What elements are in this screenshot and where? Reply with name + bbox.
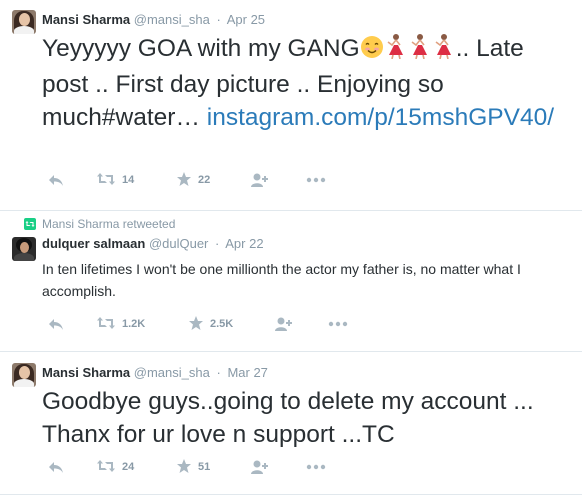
more-icon[interactable]: [306, 458, 326, 476]
dancer-emoji: [408, 33, 432, 68]
smiling-face-emoji: [360, 35, 384, 68]
separator-dot: ·: [216, 365, 221, 380]
separator-dot: ·: [215, 236, 220, 251]
more-icon[interactable]: [328, 315, 348, 333]
tweet-text: Goodbye guys..going to delete my account…: [42, 388, 534, 448]
retweet-context: Mansi Sharma retweeted: [24, 217, 175, 231]
follow-icon[interactable]: [250, 458, 270, 476]
timestamp[interactable]: Apr 25: [227, 12, 265, 27]
author-handle[interactable]: @mansi_sha: [134, 12, 210, 27]
dancer-emoji: [384, 33, 408, 68]
author-name[interactable]: Mansi Sharma: [42, 12, 130, 27]
author-name[interactable]: dulquer salmaan: [42, 236, 145, 251]
timestamp[interactable]: Mar 27: [227, 365, 267, 380]
follow-icon[interactable]: [274, 315, 294, 333]
favorite-count: 2.5K: [210, 318, 234, 330]
tweet-1: Mansi Sharma @mansi_sha · Apr 25 Yeyyyyy…: [0, 0, 582, 203]
tweet-text: Yeyyyyy GOA with my GANG.. Late post .. …: [42, 32, 572, 134]
star-icon: [176, 171, 192, 190]
retweet-count: 24: [122, 461, 135, 473]
avatar[interactable]: [12, 237, 36, 261]
more-icon[interactable]: [306, 171, 326, 189]
retweet-icon: [24, 218, 36, 230]
tweet-header: dulquer salmaan @dulQuer · Apr 22: [42, 236, 264, 252]
separator-dot: ·: [216, 12, 221, 27]
retweet-icon: [96, 172, 116, 189]
favorite-count: 51: [198, 461, 211, 473]
tweet-text-part: Yeyyyyy GOA with my GANG: [42, 35, 360, 62]
retweet-count: 14: [122, 174, 135, 186]
tweet-header: Mansi Sharma @mansi_sha · Apr 25: [42, 12, 265, 28]
retweet-context-text[interactable]: Mansi Sharma retweeted: [42, 217, 175, 231]
retweet-button[interactable]: 24: [96, 458, 134, 476]
dancer-emoji: [432, 33, 456, 68]
star-icon: [176, 458, 192, 477]
timestamp[interactable]: Apr 22: [225, 236, 263, 251]
tweet-2: Mansi Sharma retweeted dulquer salmaan @…: [0, 211, 582, 351]
reply-icon[interactable]: [48, 315, 64, 333]
author-handle[interactable]: @dulQuer: [149, 236, 208, 251]
avatar[interactable]: [12, 10, 36, 34]
author-handle[interactable]: @mansi_sha: [134, 365, 210, 380]
retweet-button[interactable]: 1.2K: [96, 315, 145, 333]
favorite-button[interactable]: 51: [176, 458, 210, 476]
reply-icon[interactable]: [48, 458, 64, 476]
tweet-header: Mansi Sharma @mansi_sha · Mar 27: [42, 365, 268, 381]
author-name[interactable]: Mansi Sharma: [42, 365, 130, 380]
retweet-count: 1.2K: [122, 318, 146, 330]
tweet-separator: [0, 494, 582, 495]
star-icon: [188, 315, 204, 334]
retweet-icon: [96, 316, 116, 333]
favorite-count: 22: [198, 174, 211, 186]
tweet-text: In ten lifetimes I won't be one milliont…: [42, 261, 521, 299]
favorite-button[interactable]: 2.5K: [188, 315, 233, 333]
favorite-button[interactable]: 22: [176, 171, 210, 189]
tweet-3: Mansi Sharma @mansi_sha · Mar 27 Goodbye…: [0, 352, 582, 497]
follow-icon[interactable]: [250, 171, 270, 189]
reply-icon[interactable]: [48, 171, 64, 189]
retweet-icon: [96, 459, 116, 476]
retweet-button[interactable]: 14: [96, 171, 134, 189]
tweet-link[interactable]: instagram.com/p/15mshGPV40/: [207, 104, 554, 131]
avatar[interactable]: [12, 363, 36, 387]
